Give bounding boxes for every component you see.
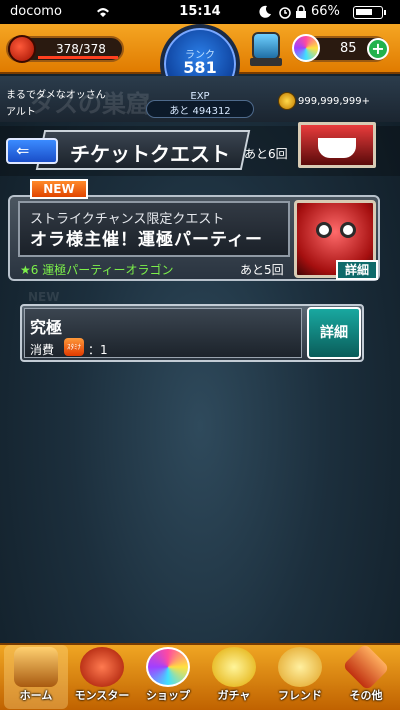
nav-label: フレンド [278,689,322,702]
orb-icon [292,34,320,62]
cost-label: 消費 [30,343,55,357]
stamina-cost-icon: ｽﾀﾐﾅ [64,338,84,356]
moon-icon [259,5,271,18]
battery-percent: 66% [311,4,340,19]
stamina-icon [8,35,36,63]
home-icon [14,647,58,687]
stamina-value: 378/378 [56,42,106,56]
nav-gacha[interactable]: ガチャ [202,645,266,709]
nav-home[interactable]: ホーム [4,645,68,709]
nav-label: ホーム [19,689,53,702]
page-title: チケットクエスト [70,142,230,166]
new-badge: NEW [30,179,88,199]
gold-amount: 999,999,999+ [298,96,370,107]
battery-icon [353,6,386,19]
detail-button[interactable]: 詳細 [307,307,361,359]
cost-value: ：1 [88,343,108,357]
other-icon [342,643,390,691]
clock-time: 15:14 [179,4,221,19]
add-orb-button[interactable]: + [367,38,389,60]
detail-button[interactable]: 詳細 [336,260,378,280]
ultimate-title: 究極 [30,318,63,337]
ticket-remaining: あと6回 [244,147,288,161]
quest-requirement: ★6 運極パーティーオラゴン [20,263,174,277]
gold-coin-icon [278,92,296,110]
nav-label: その他 [349,689,383,702]
shop-orb-icon [146,647,190,687]
nav-label: ガチャ [217,689,251,702]
quest-remaining: あと5回 [240,263,284,277]
monster-eye-icon [340,222,356,238]
back-button[interactable] [6,138,58,164]
treasure-icon[interactable] [252,32,280,60]
faded-new-badge: NEW [28,290,60,304]
gacha-icon [212,647,256,687]
nav-label: ショップ [146,689,190,702]
player-name: アルト [6,107,36,118]
nav-shop[interactable]: ショップ [136,645,200,709]
player-title: まるでダメなオッさん [6,90,106,101]
alarm-icon [279,7,291,19]
stamina-bar-fill [38,56,118,59]
monster-mouth-shape [318,138,356,158]
orb-count: 85 [340,41,357,56]
nav-friend[interactable]: フレンド [268,645,332,709]
monster-icon [80,647,124,687]
exp-remaining: あと 494312 [169,106,231,117]
nav-label: モンスター [74,689,130,702]
rank-value: 581 [183,58,217,77]
friend-icon [278,647,322,687]
back-arrow-icon: ⇐ [16,141,30,160]
status-bar: docomo 15:14 66% [0,0,400,24]
quest-title: オラ様主催！運極パーティー [30,230,263,250]
monster-eye-icon [316,222,332,238]
treasure-gauge [250,58,282,66]
nav-monster[interactable]: モンスター [70,645,134,709]
nav-other[interactable]: その他 [334,643,398,709]
orientation-lock-icon [296,5,306,18]
